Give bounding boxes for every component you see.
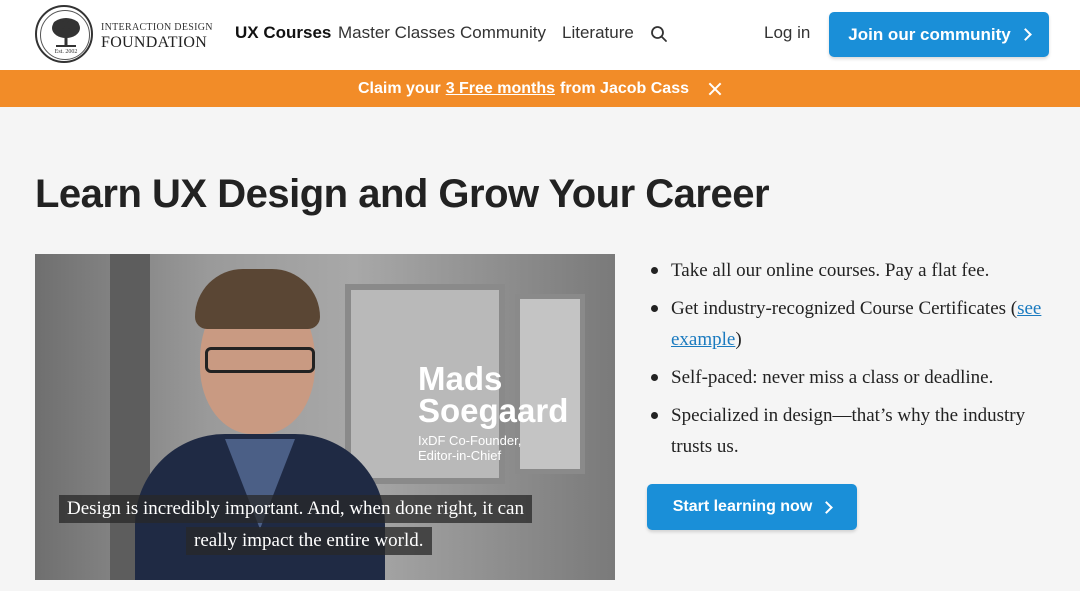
join-community-button[interactable]: Join our community [829,12,1049,57]
close-icon[interactable] [708,82,722,96]
ixdf-logo[interactable]: Est. 2002 INTERACTION DESIGN FOUNDATION [35,5,215,65]
page-title: Learn UX Design and Grow Your Career [35,172,770,216]
nav-item-master-classes[interactable]: Master Classes [338,23,455,43]
nav-item-community[interactable]: Community [460,23,546,43]
benefits-list: Take all our online courses. Pay a flat … [650,255,1070,469]
tree-icon [52,18,80,47]
site-header: Est. 2002 INTERACTION DESIGN FOUNDATION … [0,0,1080,70]
speaker-role-line2: Editor-in-Chief [418,448,502,463]
chevron-right-icon [820,500,834,514]
promo-prefix: Claim your [358,79,441,97]
nav-item-ux-courses[interactable]: UX Courses [235,23,331,43]
video-caption-line2: really impact the entire world. [186,527,432,555]
benefit-item: Take all our online courses. Pay a flat … [650,255,1070,286]
start-learning-label: Start learning now [672,498,813,515]
login-link[interactable]: Log in [764,23,810,43]
start-learning-button[interactable]: Start learning now [647,484,857,530]
logo-est-text: Est. 2002 [54,49,78,55]
speaker-hair [195,269,320,329]
logo-text-line1: INTERACTION DESIGN [101,22,213,33]
video-player[interactable]: Mads Soegaard IxDF Co-Founder, Editor-in… [35,254,615,580]
benefit-text: Get industry-recognized Course Certifica… [671,298,1018,319]
speaker-glasses [205,347,315,373]
benefit-text: Specialized in design—that’s why the ind… [671,405,1026,457]
benefit-item: Get industry-recognized Course Certifica… [650,293,1070,355]
promo-banner: Claim your 3 Free months from Jacob Cass [0,70,1080,107]
speaker-role-line1: IxDF Co-Founder, [418,433,522,448]
speaker-last-name: Soegaard [418,392,569,429]
nav-item-literature[interactable]: Literature [562,23,634,43]
video-caption-line1: Design is incredibly important. And, whe… [59,495,532,523]
video-window-2 [515,294,585,474]
promo-link[interactable]: 3 Free months [446,80,555,98]
join-community-label: Join our community [848,24,1011,44]
speaker-first-name: Mads [418,360,503,397]
promo-suffix: from Jacob Cass [560,79,689,97]
logo-text-line2: FOUNDATION [101,34,208,51]
benefit-text-close: ) [735,329,742,350]
chevron-right-icon [1018,28,1032,41]
benefit-text: Take all our online courses. Pay a flat … [671,260,990,281]
benefit-item: Self-paced: never miss a class or deadli… [650,362,1070,393]
benefit-text: Self-paced: never miss a class or deadli… [671,367,994,388]
search-icon[interactable] [650,25,668,43]
logo-seal-icon: Est. 2002 [35,5,93,63]
benefit-item: Specialized in design—that’s why the ind… [650,400,1070,462]
